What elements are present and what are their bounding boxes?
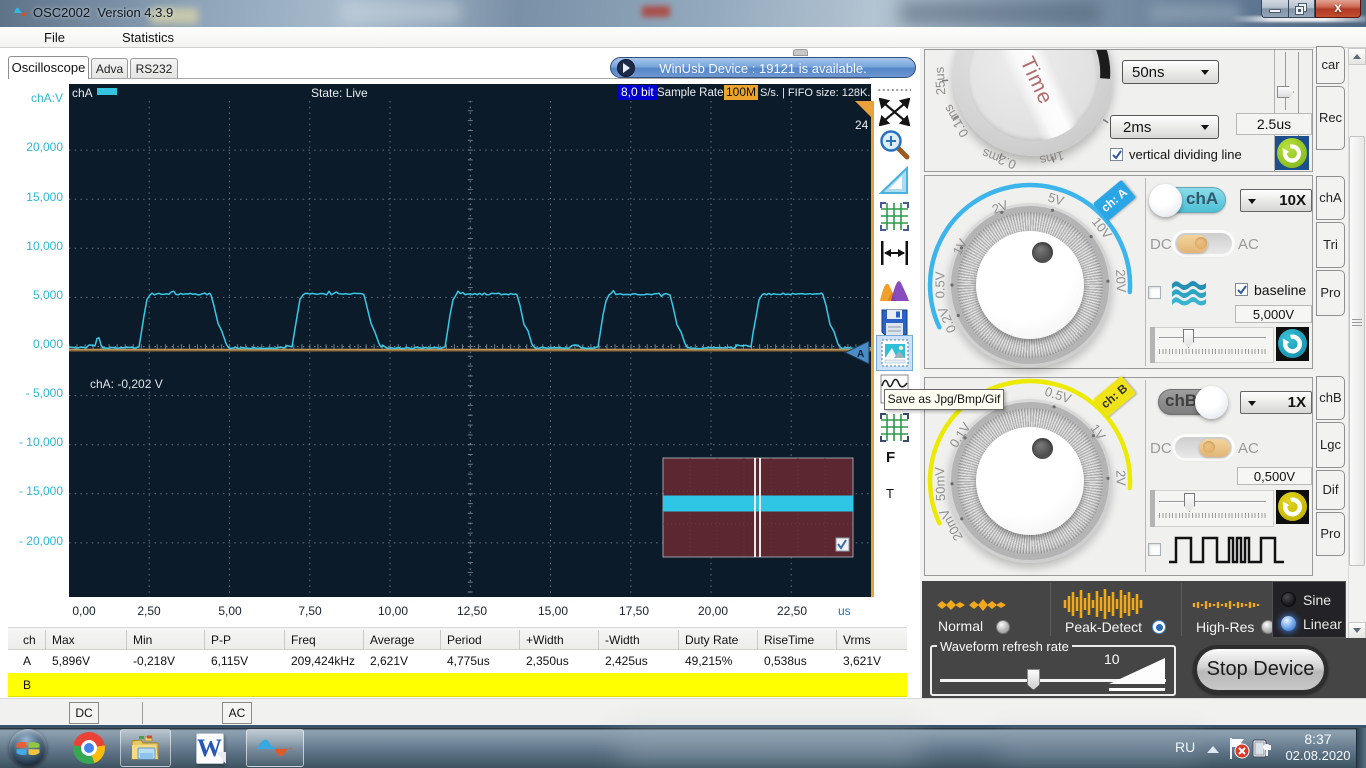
svg-text:chA: -0,202 V: chA: -0,202 V (90, 377, 163, 391)
svg-text:A: A (857, 349, 864, 360)
